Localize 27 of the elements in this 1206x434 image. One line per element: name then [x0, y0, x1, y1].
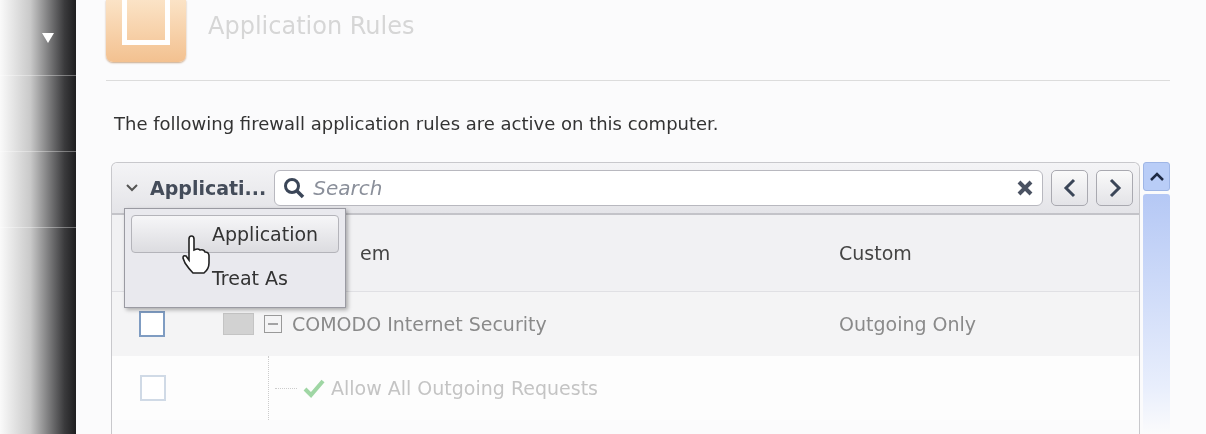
column-header[interactable]: Custom: [839, 242, 1139, 264]
table-cell: COMODO Internet Security: [292, 313, 547, 335]
description-text: The following firewall application rules are active on this computer.: [114, 113, 720, 134]
chevron-up-icon: [1149, 172, 1164, 181]
previous-button[interactable]: [1051, 170, 1088, 206]
search-field[interactable]: Search: [274, 170, 1043, 206]
scroll-up-button[interactable]: [1143, 162, 1170, 191]
table-cell: Allow All Outgoing Requests: [331, 377, 598, 399]
hand-cursor-icon: [181, 235, 211, 275]
clear-icon[interactable]: [1016, 179, 1034, 197]
column-header[interactable]: em: [360, 242, 391, 264]
filter-dropdown[interactable]: Applicati...: [126, 177, 267, 199]
row-checkbox[interactable]: [139, 311, 165, 337]
chevron-down-icon: [126, 182, 138, 194]
search-icon: [283, 177, 306, 199]
chevron-right-icon: [1107, 178, 1122, 198]
collapse-icon[interactable]: [264, 315, 282, 333]
app-icon: [223, 313, 254, 335]
dropdown-arrow-icon: [42, 32, 54, 43]
menu-item[interactable]: Treat As: [131, 259, 339, 297]
chevron-left-icon: [1062, 178, 1077, 198]
checkmark-icon: [303, 378, 325, 398]
table-cell-text: Outgoing Only: [839, 313, 978, 335]
menu-item[interactable]: Application: [131, 215, 339, 253]
firewall-icon: [106, 0, 186, 62]
next-button[interactable]: [1096, 170, 1133, 206]
search-input[interactable]: Search: [311, 175, 1010, 201]
